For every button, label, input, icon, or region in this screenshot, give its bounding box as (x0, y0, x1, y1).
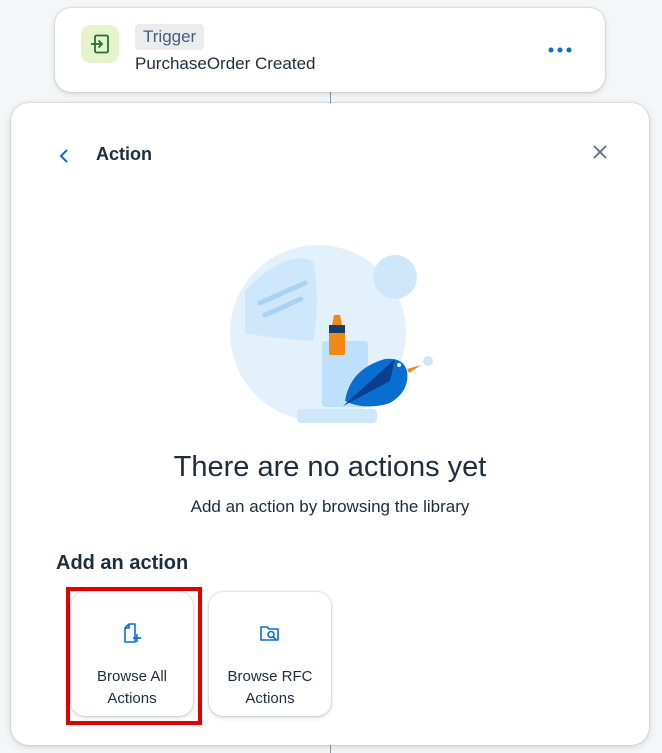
panel-title: Action (96, 144, 152, 164)
trigger-tag: Trigger (135, 24, 205, 50)
tile-label: Browse RFC Actions (227, 668, 313, 707)
action-panel: Action There are no actions yet Add an a… (11, 103, 649, 745)
empty-state-illustration (225, 241, 435, 431)
chevron-left-icon[interactable] (53, 143, 75, 169)
add-action-heading: Add an action (56, 552, 189, 574)
more-icon[interactable] (545, 38, 575, 62)
empty-state-subtitle: Add an action by browsing the library (190, 497, 470, 516)
add-document-icon (120, 621, 144, 645)
tile-label: Browse All Actions (96, 668, 168, 707)
empty-state-title: There are no actions yet (173, 451, 487, 483)
page: Trigger PurchaseOrder Created Action The… (0, 0, 662, 753)
browse-rfc-actions-button[interactable]: Browse RFC Actions (209, 592, 331, 716)
folder-search-icon (258, 621, 282, 645)
trigger-card[interactable]: Trigger PurchaseOrder Created (55, 8, 605, 92)
trigger-subtitle: PurchaseOrder Created (135, 54, 316, 73)
enter-icon (81, 25, 119, 63)
close-icon[interactable] (587, 139, 613, 165)
browse-all-actions-button[interactable]: Browse All Actions (71, 592, 193, 716)
